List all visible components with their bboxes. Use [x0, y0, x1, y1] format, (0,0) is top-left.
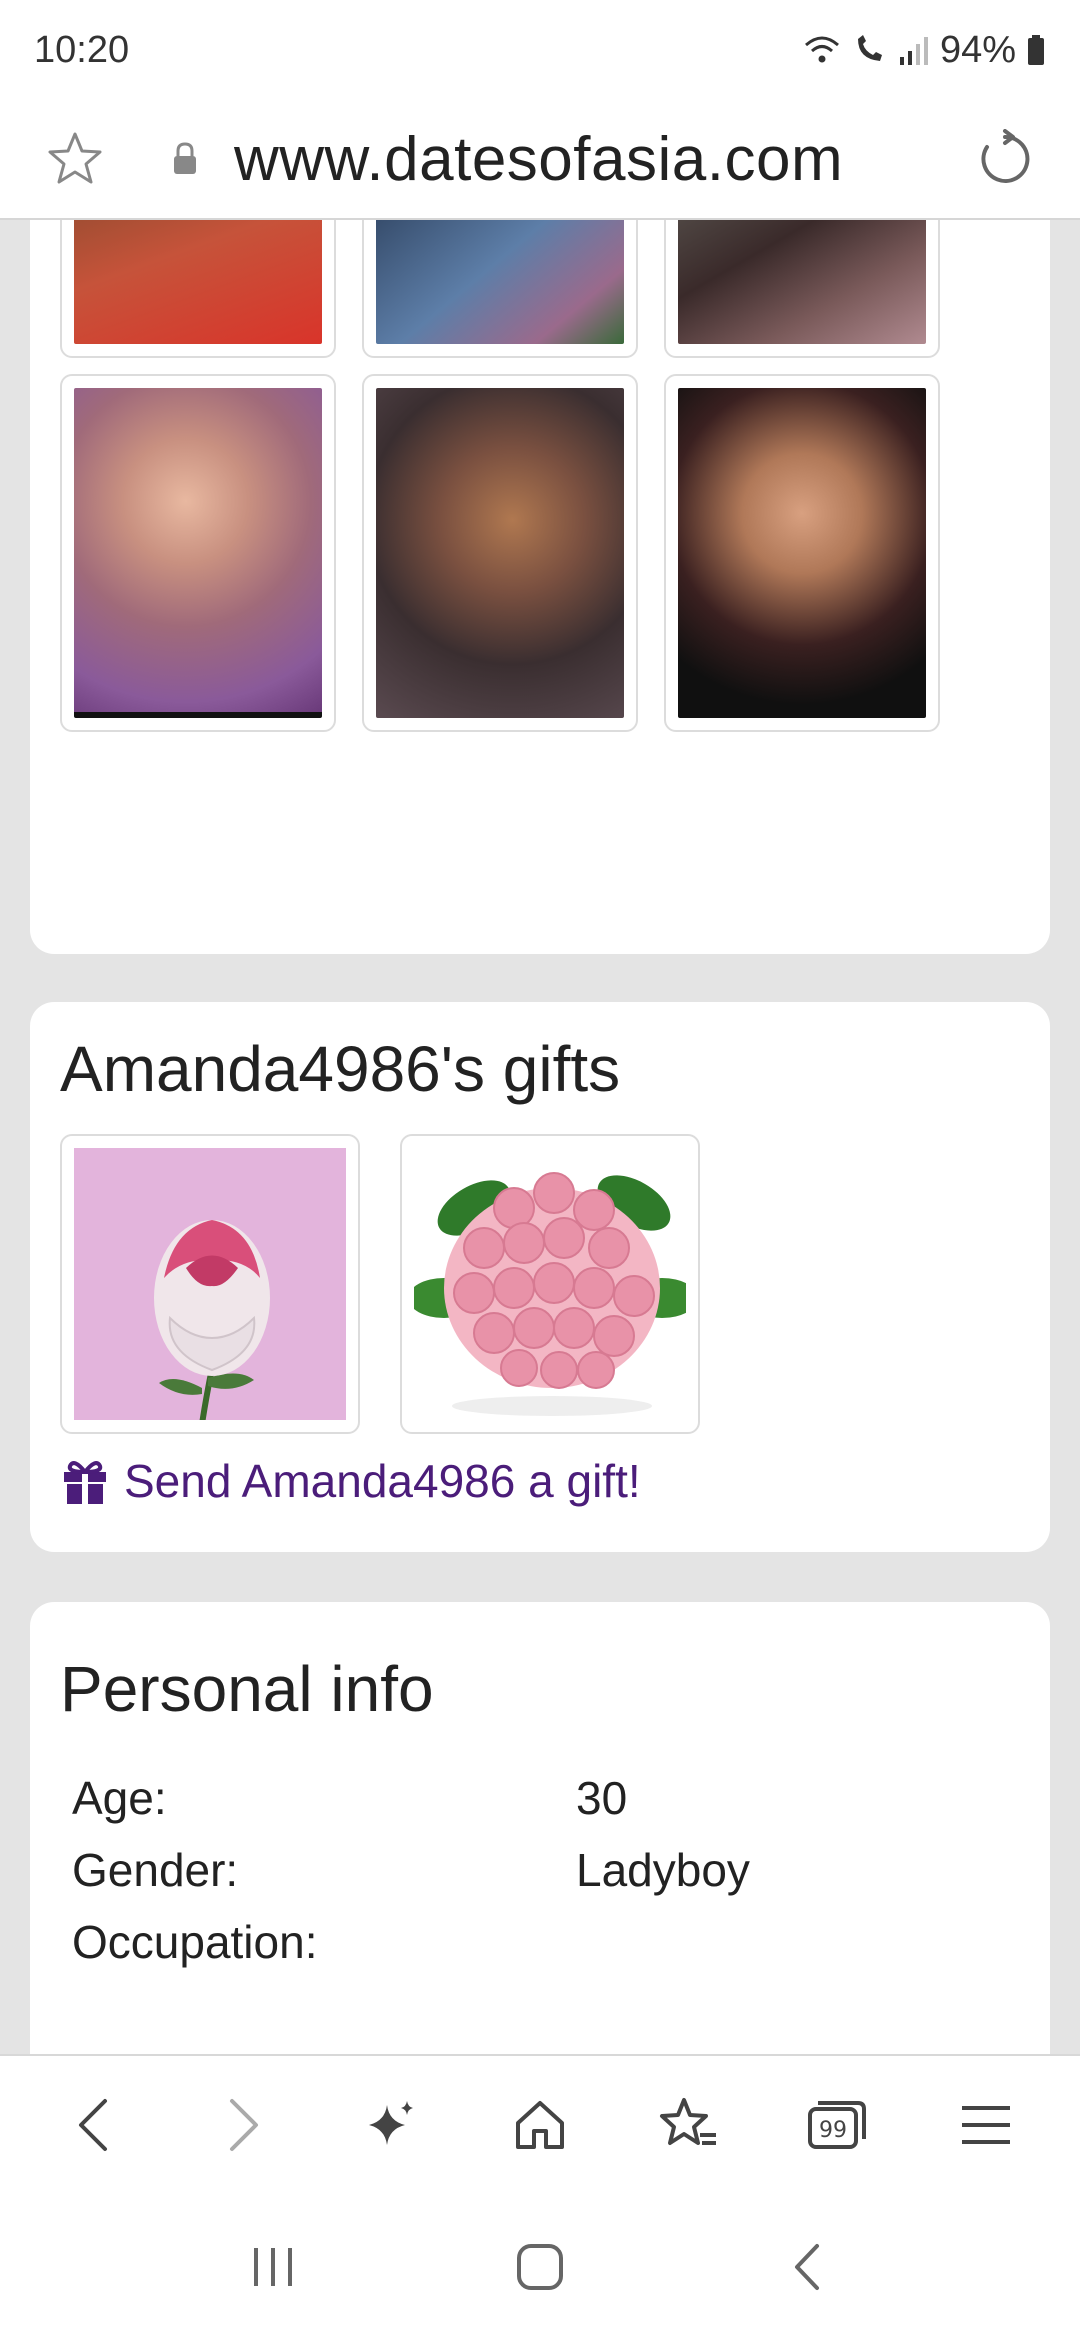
wifi-call-icon — [852, 33, 888, 67]
profile-photo[interactable] — [664, 220, 940, 358]
info-row-age: Age: 30 — [60, 1762, 1020, 1834]
info-label: Age: — [72, 1772, 167, 1824]
bookmarks-icon[interactable] — [644, 2080, 734, 2170]
info-value: 30 — [576, 1772, 628, 1824]
star-icon[interactable] — [40, 124, 110, 194]
signal-icon — [898, 33, 930, 67]
status-time: 10:20 — [34, 28, 130, 71]
home-circle-icon[interactable] — [495, 2222, 585, 2312]
wifi-icon — [802, 33, 842, 67]
send-gift-label: Send Amanda4986 a gift! — [124, 1455, 641, 1507]
info-row-occupation: Occupation: — [60, 1906, 1020, 1978]
recents-icon[interactable] — [228, 2222, 318, 2312]
system-nav-bar — [0, 2194, 1080, 2340]
battery-text: 94% — [939, 28, 1016, 71]
profile-photo[interactable] — [664, 374, 940, 732]
back-icon[interactable] — [49, 2080, 139, 2170]
page-content[interactable]: Amanda4986's gifts Send Amanda4986 a gif… — [0, 220, 1080, 2054]
info-value: Ladyboy — [576, 1844, 750, 1896]
profile-photo[interactable] — [362, 220, 638, 358]
home-icon[interactable] — [495, 2080, 585, 2170]
menu-icon[interactable] — [941, 2080, 1031, 2170]
status-bar: 10:20 94% — [0, 0, 1080, 100]
personal-info-table: Age: 30 Gender: Ladyboy Occupation: — [60, 1762, 1020, 1978]
gift-rose[interactable] — [60, 1134, 360, 1434]
send-gift-link[interactable]: Send Amanda4986 a gift! — [60, 1454, 1020, 1508]
gifts-card: Amanda4986's gifts Send Amanda4986 a gif… — [30, 1002, 1050, 1552]
tabs-count: 99 — [819, 2118, 847, 2143]
tabs-icon[interactable]: 99 — [792, 2080, 882, 2170]
sparkle-icon[interactable] — [346, 2080, 436, 2170]
info-row-gender: Gender: Ladyboy — [60, 1834, 1020, 1906]
gift-list — [60, 1134, 1020, 1434]
info-label: Occupation: — [72, 1916, 318, 1968]
rose-icon — [154, 1220, 270, 1420]
url-input[interactable]: www.datesofasia.com — [234, 124, 914, 195]
battery-icon — [1026, 33, 1046, 67]
status-icons: 94% — [802, 29, 1046, 72]
info-label: Gender: — [72, 1844, 239, 1896]
reload-icon[interactable] — [970, 124, 1040, 194]
browser-toolbar: 99 — [0, 2054, 1080, 2194]
url-bar: www.datesofasia.com — [0, 100, 1080, 220]
personal-info-title: Personal info — [60, 1653, 434, 1725]
gifts-title: Amanda4986's gifts — [60, 1033, 621, 1105]
forward-icon[interactable] — [198, 2080, 288, 2170]
gift-icon — [60, 1456, 110, 1506]
profile-photo[interactable] — [60, 374, 336, 732]
profile-photo[interactable] — [60, 220, 336, 358]
lock-icon[interactable] — [160, 124, 210, 194]
bouquet-icon — [414, 1172, 686, 1416]
system-back-icon[interactable] — [762, 2222, 852, 2312]
gift-rose-bouquet[interactable] — [400, 1134, 700, 1434]
personal-info-card: Personal info Age: 30 Gender: Ladyboy Oc… — [30, 1602, 1050, 2054]
photo-gallery-card — [30, 220, 1050, 954]
profile-photo[interactable] — [362, 374, 638, 732]
